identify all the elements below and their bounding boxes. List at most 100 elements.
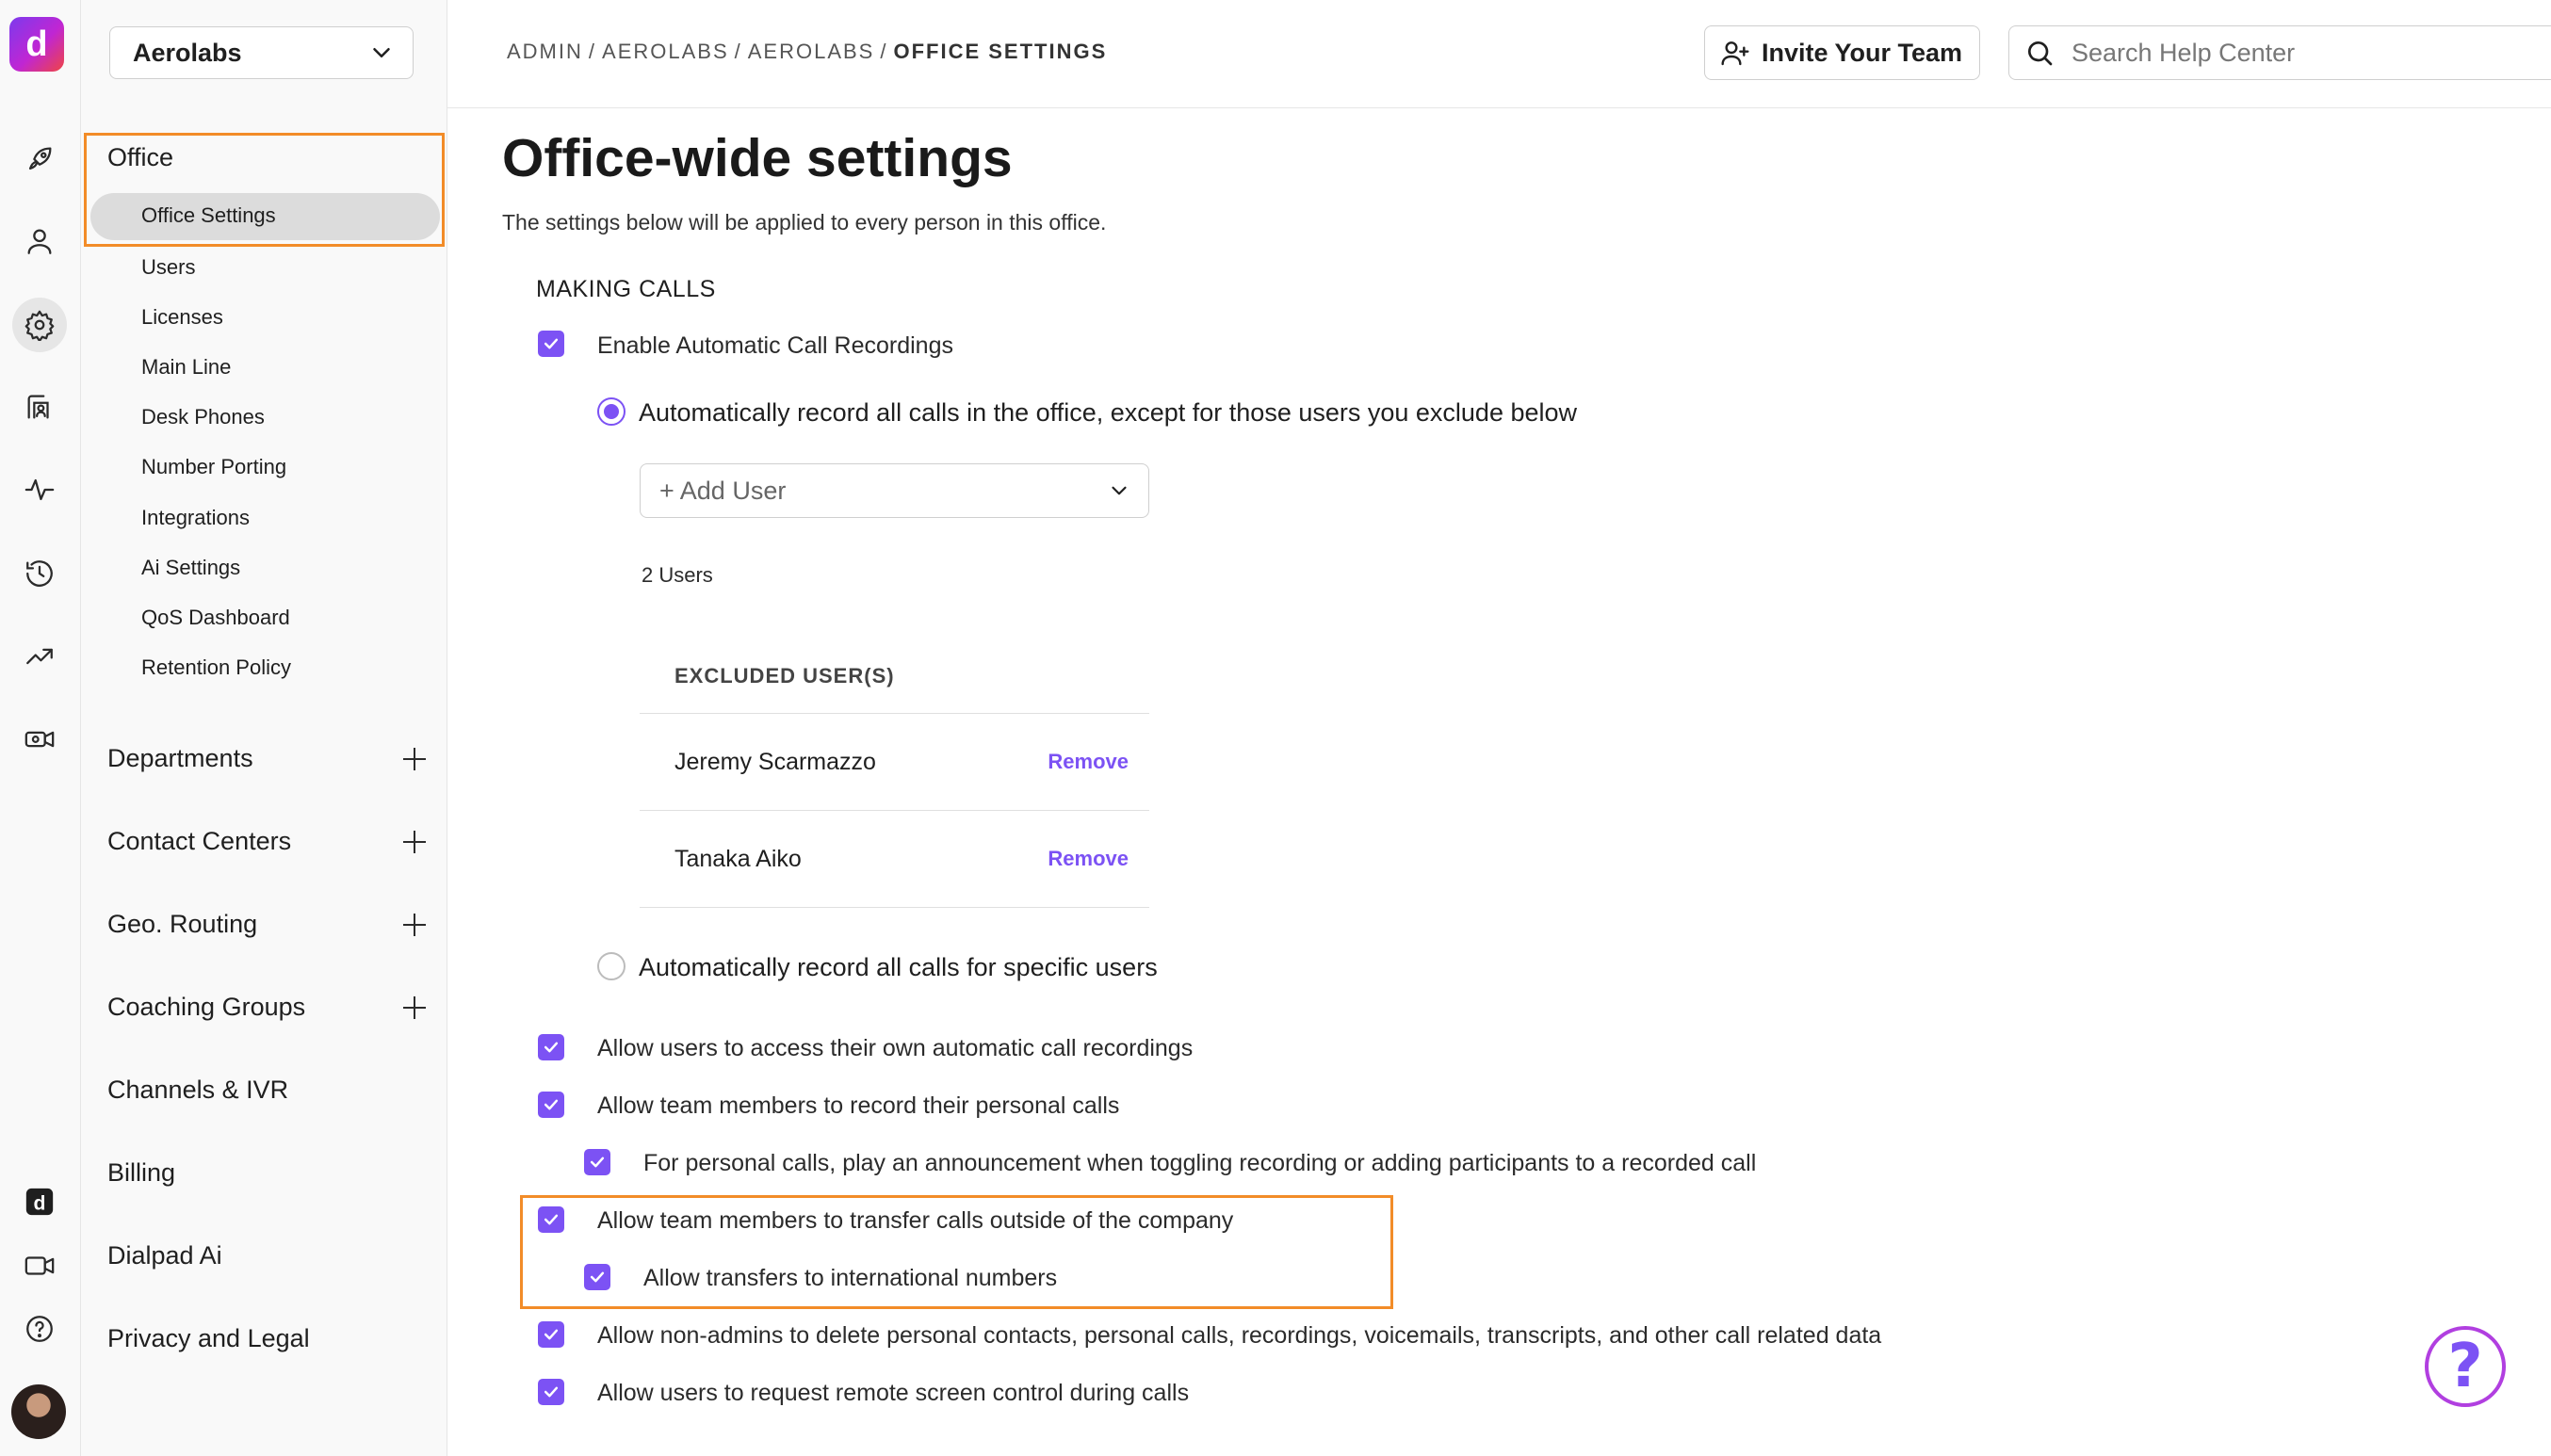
plus-icon[interactable]: [401, 829, 428, 855]
breadcrumb-office[interactable]: AEROLABS: [748, 40, 875, 63]
sidebar-group-coaching-groups[interactable]: Coaching Groups: [107, 993, 428, 1022]
logo-glyph: d: [25, 24, 48, 64]
add-user-placeholder: + Add User: [659, 476, 787, 505]
sidebar-group-geo-routing[interactable]: Geo. Routing: [107, 910, 428, 939]
access-own-recordings-checkbox[interactable]: [538, 1034, 564, 1060]
breadcrumb-org[interactable]: AEROLABS: [602, 40, 729, 63]
sidebar-group-dialpad-ai[interactable]: Dialpad Ai: [107, 1241, 428, 1270]
record-specific-users-label: Automatically record all calls for speci…: [639, 953, 1158, 981]
rocket-icon[interactable]: [12, 132, 67, 186]
page-title: Office-wide settings: [502, 128, 1013, 188]
history-icon[interactable]: [12, 546, 67, 601]
sidebar-group-privacy-legal[interactable]: Privacy and Legal: [107, 1324, 428, 1353]
question-mark-icon: ?: [2447, 1332, 2483, 1401]
sidebar-item-ai-settings[interactable]: Ai Settings: [141, 556, 240, 580]
org-selector[interactable]: Aerolabs: [109, 26, 414, 79]
group-label: Channels & IVR: [107, 1076, 289, 1104]
sidebar-item-desk-phones[interactable]: Desk Phones: [141, 405, 265, 429]
transfer-outside-label: Allow team members to transfer calls out…: [597, 1207, 1234, 1234]
sidebar-group-billing[interactable]: Billing: [107, 1158, 428, 1188]
user-icon[interactable]: [12, 214, 67, 268]
sidebar-group-channels-ivr[interactable]: Channels & IVR: [107, 1076, 428, 1105]
remove-user-link[interactable]: Remove: [1048, 750, 1129, 774]
remove-user-link[interactable]: Remove: [1048, 847, 1129, 871]
invite-team-button[interactable]: Invite Your Team: [1704, 25, 1980, 80]
group-label: Dialpad Ai: [107, 1241, 222, 1270]
remote-screen-control-label: Allow users to request remote screen con…: [597, 1380, 1190, 1406]
page-description: The settings below will be applied to ev…: [502, 210, 1107, 235]
sidebar-item-licenses[interactable]: Licenses: [141, 305, 223, 330]
sidebar-item-retention-policy[interactable]: Retention Policy: [141, 655, 291, 680]
help-circle-icon[interactable]: [12, 1302, 67, 1356]
transfer-outside-checkbox[interactable]: [538, 1206, 564, 1233]
main-content: Office-wide settings The settings below …: [447, 108, 2551, 1456]
record-personal-calls-label: Allow team members to record their perso…: [597, 1092, 1120, 1119]
svg-text:d: d: [34, 1192, 46, 1215]
breadcrumb-current: OFFICE SETTINGS: [893, 40, 1108, 63]
group-label: Billing: [107, 1158, 176, 1187]
breadcrumb-admin[interactable]: ADMIN: [507, 40, 583, 63]
plus-icon[interactable]: [401, 746, 428, 772]
search-input[interactable]: [2072, 38, 2448, 68]
play-announcement-checkbox[interactable]: [584, 1149, 610, 1175]
remote-screen-control-checkbox[interactable]: [538, 1379, 564, 1405]
contacts-icon[interactable]: [12, 380, 67, 434]
video-settings-icon[interactable]: [12, 712, 67, 767]
enable-recordings-label: Enable Automatic Call Recordings: [597, 332, 953, 359]
table-row: Jeremy Scarmazzo Remove: [640, 714, 1149, 811]
non-admin-delete-label: Allow non-admins to delete personal cont…: [597, 1322, 1882, 1349]
help-fab-button[interactable]: ?: [2425, 1326, 2506, 1407]
international-transfers-checkbox[interactable]: [584, 1264, 610, 1290]
user-avatar[interactable]: [11, 1384, 66, 1439]
group-label: Geo. Routing: [107, 910, 258, 938]
dialpad-app-icon[interactable]: d: [12, 1174, 67, 1229]
add-user-dropdown[interactable]: + Add User: [640, 463, 1149, 518]
plus-icon[interactable]: [401, 995, 428, 1021]
sidebar-group-contact-centers[interactable]: Contact Centers: [107, 827, 428, 856]
record-all-except-label: Automatically record all calls in the of…: [639, 398, 1578, 427]
excluded-users-header: EXCLUDED USER(S): [640, 636, 1149, 714]
group-label: Contact Centers: [107, 827, 292, 855]
sidebar-item-users[interactable]: Users: [141, 255, 195, 280]
sidebar-office-heading[interactable]: Office: [107, 143, 173, 172]
gear-icon[interactable]: [12, 298, 67, 352]
sidebar-group-departments[interactable]: Departments: [107, 744, 428, 773]
check-icon: [544, 338, 559, 349]
access-own-recordings-label: Allow users to access their own automati…: [597, 1035, 1194, 1061]
search-icon: [2028, 41, 2053, 66]
record-personal-calls-checkbox[interactable]: [538, 1092, 564, 1118]
sidebar-item-qos-dashboard[interactable]: QoS Dashboard: [141, 606, 290, 630]
sidebar-item-integrations[interactable]: Integrations: [141, 506, 250, 530]
check-icon: [590, 1271, 605, 1283]
activity-icon[interactable]: [12, 462, 67, 517]
add-user-icon: [1721, 41, 1749, 66]
icon-rail: d d: [0, 0, 81, 1456]
plus-icon[interactable]: [401, 912, 428, 938]
meetings-video-icon[interactable]: [12, 1238, 67, 1293]
non-admin-delete-checkbox[interactable]: [538, 1321, 564, 1348]
record-specific-users-radio[interactable]: [597, 952, 626, 980]
trending-icon[interactable]: [12, 629, 67, 684]
group-label: Departments: [107, 744, 253, 772]
settings-sidebar: Aerolabs Office Office Settings Users Li…: [81, 0, 447, 1456]
sidebar-item-office-settings[interactable]: Office Settings: [141, 203, 276, 228]
enable-recordings-checkbox[interactable]: [538, 331, 564, 357]
check-icon: [544, 1386, 559, 1398]
top-bar: ADMIN / AEROLABS / AEROLABS / OFFICE SETTINGS …: [447, 0, 2551, 108]
org-name: Aerolabs: [133, 38, 242, 67]
chevron-down-icon: [373, 48, 390, 57]
international-transfers-label: Allow transfers to international numbers: [643, 1265, 1058, 1291]
play-announcement-label: For personal calls, play an announcement…: [643, 1150, 1757, 1176]
sidebar-item-main-line[interactable]: Main Line: [141, 355, 231, 380]
invite-team-label: Invite Your Team: [1762, 38, 1963, 67]
record-all-except-radio[interactable]: [597, 397, 626, 426]
chevron-down-icon: [1112, 486, 1127, 495]
sidebar-item-number-porting[interactable]: Number Porting: [141, 455, 286, 479]
group-label: Privacy and Legal: [107, 1324, 310, 1352]
check-icon: [590, 1157, 605, 1168]
dialpad-logo-icon[interactable]: d: [9, 17, 64, 72]
group-label: Coaching Groups: [107, 993, 306, 1021]
breadcrumb: ADMIN / AEROLABS / AEROLABS / OFFICE SETTINGS: [507, 40, 1108, 63]
check-icon: [544, 1214, 559, 1225]
table-row: Tanaka Aiko Remove: [640, 811, 1149, 908]
